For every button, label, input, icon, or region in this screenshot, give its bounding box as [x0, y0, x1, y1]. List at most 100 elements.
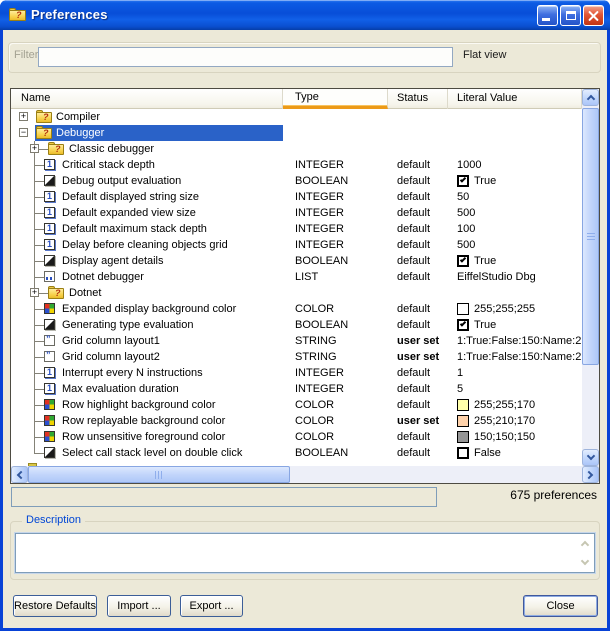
value-checkbox-checked[interactable]	[457, 175, 469, 187]
scroll-up-button[interactable]	[582, 89, 599, 106]
maximize-icon	[566, 11, 576, 20]
color-icon	[44, 431, 55, 442]
preference-value: True	[474, 253, 496, 269]
string-icon: ”	[44, 335, 55, 346]
table-row-row-unsensitive-foreground-color[interactable]: Row unsensitive foreground colorCOLORdef…	[11, 429, 582, 445]
expand-plus-box[interactable]: +	[19, 112, 28, 121]
folder-help-icon: ?	[48, 286, 64, 299]
preference-status: default	[397, 365, 430, 381]
maximize-button[interactable]	[560, 5, 581, 26]
vertical-scroll-thumb[interactable]	[582, 108, 599, 365]
filter-input[interactable]	[38, 47, 453, 67]
preference-status: default	[397, 397, 430, 413]
table-row-generating-type-evaluation[interactable]: Generating type evaluationBOOLEANdefault…	[11, 317, 582, 333]
preference-status: default	[397, 301, 430, 317]
preference-status: default	[397, 253, 430, 269]
preference-value: EiffelStudio Dbg	[457, 269, 536, 285]
preference-name: Display agent details	[62, 253, 164, 269]
preference-name: Select call stack level on double click	[62, 445, 242, 461]
table-row-expanded-display-background-color[interactable]: Expanded display background colorCOLORde…	[11, 301, 582, 317]
column-header-name[interactable]: Name	[11, 89, 283, 109]
preference-name: Default expanded view size	[62, 205, 196, 221]
preference-type: INTEGER	[295, 189, 344, 205]
preference-value: True	[474, 173, 496, 189]
preference-value: 100	[457, 221, 475, 237]
string-icon: ”	[44, 351, 55, 362]
table-row-default-displayed-string-size[interactable]: 1Default displayed string sizeINTEGERdef…	[11, 189, 582, 205]
table-row-default-maximum-stack-depth[interactable]: 1Default maximum stack depthINTEGERdefau…	[11, 221, 582, 237]
preference-name: Delay before cleaning objects grid	[62, 237, 228, 253]
preference-value: 1	[457, 365, 463, 381]
table-row-interrupt-every-n-instructions[interactable]: 1 Interrupt every N instructions INTEGER de…	[11, 365, 582, 381]
titlebar[interactable]: ? Preferences	[0, 0, 610, 30]
preference-status: user set	[397, 349, 439, 365]
value-checkbox-checked[interactable]	[457, 255, 469, 267]
import-button[interactable]: Import ...	[107, 595, 171, 617]
table-row-display-agent-details[interactable]: Display agent detailsBOOLEANdefaultTrue	[11, 253, 582, 269]
preference-value: 500	[457, 205, 475, 221]
preference-type: COLOR	[295, 301, 334, 317]
table-row-debug-output-evaluation[interactable]: Debug output evaluationBOOLEANdefaultTru…	[11, 173, 582, 189]
scroll-left-button[interactable]	[11, 466, 28, 483]
table-row-delay-before-cleaning-objects-grid[interactable]: 1Delay before cleaning objects gridINTEG…	[11, 237, 582, 253]
collapse-minus-box[interactable]: −	[19, 128, 28, 137]
integer-icon: 1	[44, 207, 55, 218]
preference-name: Interrupt every N instructions	[62, 365, 203, 381]
value-checkbox-unchecked[interactable]	[457, 447, 469, 459]
close-dialog-button[interactable]: Close	[523, 595, 598, 617]
table-row-row-replayable-background-color[interactable]: Row replayable background colorCOLORuser…	[11, 413, 582, 429]
table-row-select-call-stack-level-on-double-click[interactable]: Select call stack level on double clickB…	[11, 445, 582, 461]
preference-type: BOOLEAN	[295, 317, 348, 333]
color-swatch	[457, 303, 469, 315]
column-header-literal-value[interactable]: Literal Value	[448, 89, 582, 109]
preferences-grid: NameTypeStatusLiteral Value +?Compiler−?…	[10, 88, 600, 484]
folder-help-icon: ?	[48, 142, 64, 155]
table-row-classic-debugger[interactable]: +?Classic debugger	[11, 141, 582, 157]
expand-plus-box[interactable]: +	[30, 288, 39, 297]
table-row-dotnet[interactable]: +?Dotnet	[11, 285, 582, 301]
color-icon	[44, 303, 55, 314]
preference-status: default	[397, 189, 430, 205]
preference-value: 255;255;170	[474, 397, 535, 413]
minimize-button[interactable]	[537, 5, 558, 26]
restore-defaults-button[interactable]: Restore Defaults	[13, 595, 97, 617]
preference-value: 500	[457, 237, 475, 253]
preference-name: Generating type evaluation	[62, 317, 193, 333]
scroll-down-button[interactable]	[582, 449, 599, 466]
export-button[interactable]: Export ...	[180, 595, 243, 617]
preference-status: default	[397, 269, 430, 285]
table-row-grid-column-layout1[interactable]: ”Grid column layout1STRINGuser set1:True…	[11, 333, 582, 349]
table-row-debugger[interactable]: −?Debugger	[11, 125, 582, 141]
integer-icon: 1	[44, 223, 55, 234]
preference-name: Grid column layout1	[62, 333, 160, 349]
flat-view-button[interactable]: Flat view	[463, 49, 506, 61]
expand-plus-box[interactable]: +	[30, 144, 39, 153]
preference-type: INTEGER	[295, 365, 344, 381]
preference-name: Row highlight background color	[62, 397, 215, 413]
preference-name: Debugger	[56, 125, 108, 141]
table-row-compiler[interactable]: +?Compiler	[11, 109, 582, 125]
thumb-grip-icon	[587, 233, 595, 242]
horizontal-scrollbar[interactable]	[11, 466, 599, 483]
table-row-row-highlight-background-color[interactable]: Row highlight background colorCOLORdefau…	[11, 397, 582, 413]
close-button[interactable]	[583, 5, 604, 26]
vertical-scrollbar[interactable]	[582, 89, 599, 466]
scroll-right-button[interactable]	[582, 466, 599, 483]
color-swatch	[457, 415, 469, 427]
preference-name: Compiler	[56, 109, 100, 125]
preference-type: COLOR	[295, 429, 334, 445]
column-header-status[interactable]: Status	[388, 89, 448, 109]
description-textarea[interactable]	[15, 533, 595, 573]
horizontal-scroll-thumb[interactable]	[28, 466, 290, 483]
table-row-critical-stack-depth[interactable]: 1Critical stack depthINTEGERdefault1000	[11, 157, 582, 173]
value-checkbox-checked[interactable]	[457, 319, 469, 331]
table-row-dotnet-debugger[interactable]: Dotnet debuggerLISTdefaultEiffelStudio D…	[11, 269, 582, 285]
column-header-type[interactable]: Type	[283, 89, 388, 109]
table-row-max-evaluation-duration[interactable]: 1Max evaluation durationINTEGERdefault5	[11, 381, 582, 397]
table-row-grid-column-layout2[interactable]: ”Grid column layout2STRINGuser set1:True…	[11, 349, 582, 365]
preference-type: INTEGER	[295, 381, 344, 397]
preferences-count: 675 preferences	[440, 488, 597, 502]
preference-status: user set	[397, 413, 439, 429]
table-row-default-expanded-view-size[interactable]: 1Default expanded view sizeINTEGERdefaul…	[11, 205, 582, 221]
window-folder-icon: ?	[9, 8, 26, 22]
